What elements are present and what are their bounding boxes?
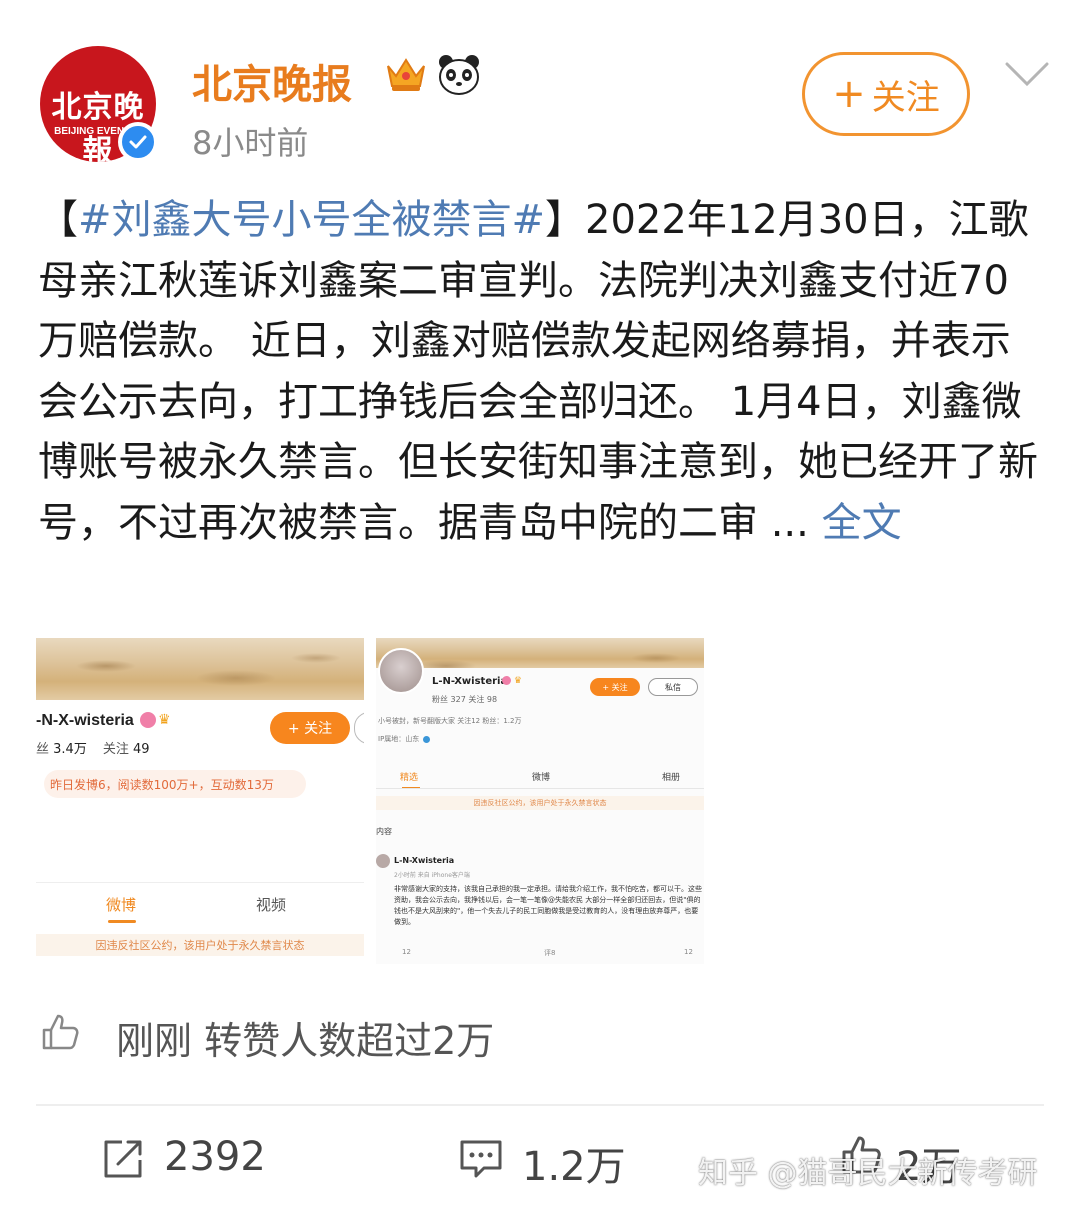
bracket-open: 【	[38, 197, 78, 243]
profile-highlight: 昨日发博6，阅读数100万+，互动数13万	[44, 770, 306, 798]
post-meta: 2小时前 来自 iPhone客户端	[394, 872, 470, 879]
badge-icon	[140, 712, 156, 728]
follow-button-label: 关注	[871, 77, 940, 118]
ban-notice: 因违反社区公约，该用户处于永久禁言状态	[36, 934, 364, 956]
panda-icon	[439, 55, 479, 95]
divider	[376, 788, 704, 789]
info-icon	[423, 735, 431, 743]
repost-like-notice: 刚刚 转赞人数超过2万	[116, 1019, 495, 1063]
tab-video: 视频	[256, 896, 287, 914]
tab-weibo: 微博	[532, 773, 551, 783]
profile-name: -N-X-wisteria	[36, 712, 134, 729]
fans-label: 丝	[36, 742, 50, 757]
follow-button[interactable]: + 关注	[802, 52, 970, 136]
profile-name: L-N-Xwisteria	[432, 676, 508, 687]
repost-count: 12	[402, 948, 411, 956]
profile-badges: ♛	[502, 676, 522, 686]
profile-badges: ♛	[140, 712, 171, 728]
post-text: 非常感谢大家的支持，该我自己承担的我一定承担。请给我介绍工作，我不怕吃苦，都可以…	[394, 885, 702, 926]
comment-icon[interactable]	[458, 1138, 504, 1180]
like-count: 12	[684, 948, 693, 956]
post-image-2[interactable]: L-N-Xwisteria ♛ 粉丝 327 关注 98 + 关注 私信 小号被…	[376, 638, 704, 964]
section-label: 内容	[376, 827, 392, 836]
watermark: 知乎 @猫哥民大新传考研	[698, 1156, 1038, 1191]
profile-banner	[36, 638, 364, 700]
post-actions: 12 评8 12	[394, 948, 704, 962]
chevron-down-icon[interactable]	[1004, 60, 1050, 90]
crown-icon: ♛	[513, 676, 522, 686]
plus-icon: +	[832, 71, 866, 117]
tab-album: 相册	[662, 773, 681, 783]
badge-icon	[502, 676, 511, 685]
fans-count: 3.4万	[53, 742, 87, 757]
post-author: L-N-Xwisteria	[394, 856, 455, 865]
verified-badge-icon	[118, 122, 158, 162]
profile-banner	[376, 638, 704, 668]
crown-icon: ♛	[158, 712, 171, 728]
profile-stats: 丝 3.4万 关注 49	[36, 738, 166, 757]
user-name[interactable]: 北京晚报	[192, 52, 352, 110]
comment-count[interactable]: 1.2万	[522, 1134, 626, 1192]
following-count: 49	[133, 742, 150, 757]
post-avatar	[376, 854, 390, 868]
bracket-close: 】	[545, 197, 586, 243]
profile-message-button: 私信	[648, 678, 698, 696]
crown-icon	[387, 58, 425, 91]
read-more-link[interactable]: 全文	[822, 500, 902, 546]
ban-notice: 因违反社区公约，该用户处于永久禁言状态	[376, 796, 704, 810]
divider	[36, 882, 364, 883]
tab-underline	[108, 920, 136, 923]
profile-follow-button: + 关注	[590, 678, 640, 696]
post-body: 【#刘鑫大号小号全被禁言#】2022年12月30日，江歌母亲江秋莲诉刘鑫案二审宣…	[38, 190, 1048, 553]
hashtag-link[interactable]: #刘鑫大号小号全被禁言#	[78, 197, 545, 243]
share-icon[interactable]	[100, 1136, 146, 1182]
tab-featured: 精选	[400, 773, 419, 783]
thumbs-up-icon	[42, 1014, 79, 1050]
following-label: 关注	[102, 742, 129, 757]
location-text: IP属地：山东	[378, 735, 420, 743]
footer-divider	[36, 1104, 1044, 1106]
post-time: 8小时前	[192, 124, 309, 162]
comment-count: 评8	[544, 949, 556, 957]
post-image-1[interactable]: -N-X-wisteria ♛ 丝 3.4万 关注 49 + 关注 昨日发博6，阅…	[36, 638, 364, 964]
profile-location: IP属地：山东	[378, 734, 431, 744]
profile-message-button	[354, 712, 364, 744]
profile-avatar	[378, 648, 424, 694]
tab-weibo: 微博	[106, 896, 137, 914]
share-count[interactable]: 2392	[164, 1134, 266, 1180]
profile-follow-button: + 关注	[270, 712, 350, 744]
profile-stats: 粉丝 327 关注 98	[432, 695, 498, 704]
post-body-text: 2022年12月30日，江歌母亲江秋莲诉刘鑫案二审宣判。法院判决刘鑫支付近70万…	[38, 197, 1038, 546]
profile-bio: 小号被封，新号翻版大家 关注12 粉丝：1.2万	[378, 717, 522, 725]
